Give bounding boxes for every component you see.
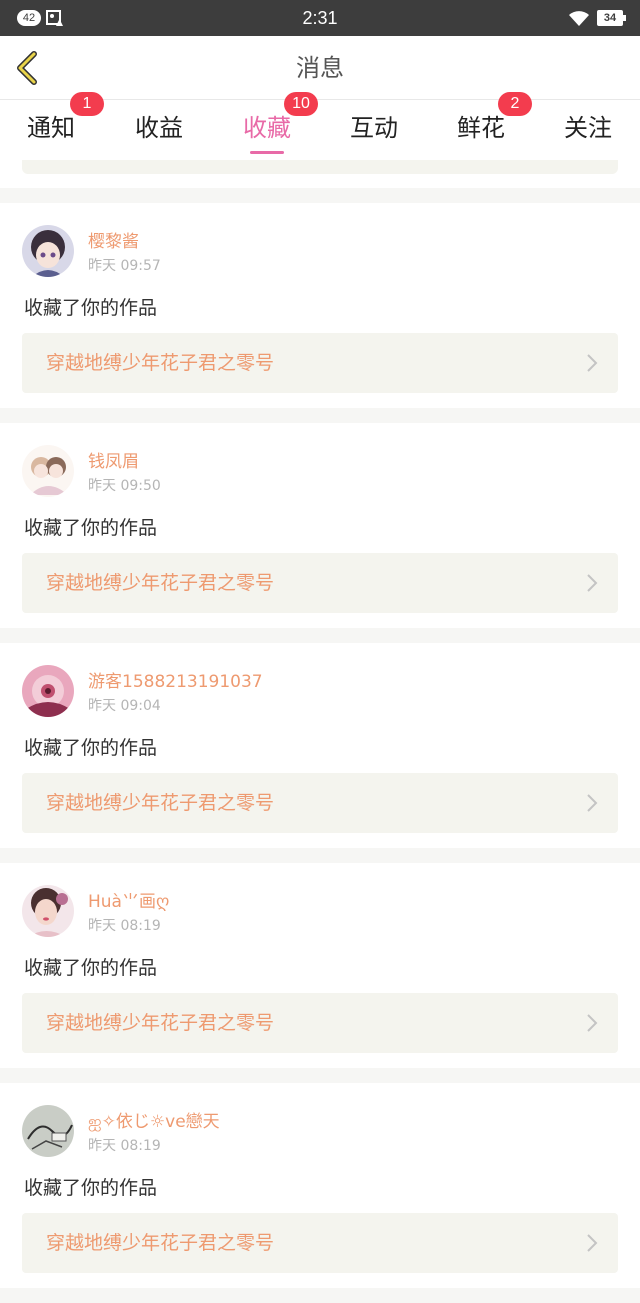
action-text: 收藏了你的作品: [24, 297, 158, 319]
work-link[interactable]: 穿越地缚少年花子君之零号: [22, 333, 618, 393]
username[interactable]: ஐ✧依じ☼ve戀天: [88, 1107, 220, 1134]
wifi-icon: [569, 11, 589, 26]
action-text: 收藏了你的作品: [24, 517, 158, 539]
username[interactable]: 樱黎酱: [88, 227, 139, 252]
tab-label: 收益: [135, 114, 183, 142]
work-title: 穿越地缚少年花子君之零号: [46, 1232, 275, 1254]
username[interactable]: 游客1588213191037: [88, 667, 263, 692]
tab-earnings[interactable]: 收益: [114, 100, 204, 160]
chevron-right-icon: [587, 1014, 598, 1032]
chevron-right-icon: [587, 354, 598, 372]
work-link[interactable]: 穿越地缚少年花子君之零号: [22, 553, 618, 613]
unread-badge: 1: [70, 92, 104, 116]
timestamp: 昨天 09:04: [88, 698, 161, 714]
list-item: 樱黎酱 昨天 09:57 收藏了你的作品 穿越地缚少年花子君之零号: [0, 203, 640, 408]
timestamp: 昨天 09:50: [88, 478, 161, 494]
tab-favorites[interactable]: 收藏 10: [222, 92, 318, 160]
action-text: 收藏了你的作品: [24, 1177, 158, 1199]
chevron-right-icon: [587, 574, 598, 592]
avatar[interactable]: [22, 665, 74, 717]
app-header: 消息: [0, 36, 640, 100]
tab-flowers[interactable]: 鲜花 2: [436, 92, 532, 160]
action-text: 收藏了你的作品: [24, 737, 158, 759]
username[interactable]: Huà⺌画ღ: [88, 887, 169, 912]
unread-badge: 10: [284, 92, 318, 116]
action-text: 收藏了你的作品: [24, 957, 158, 979]
tab-label: 关注: [564, 114, 612, 142]
work-title: 穿越地缚少年花子君之零号: [46, 572, 275, 594]
list-item: Huà⺌画ღ 昨天 08:19 收藏了你的作品 穿越地缚少年花子君之零号: [0, 863, 640, 1068]
tab-bar: 通知 1 收益 收藏 10 互动 鲜花 2 关注: [0, 92, 640, 160]
work-title: 穿越地缚少年花子君之零号: [46, 1012, 275, 1034]
favorites-feed: 樱黎酱 昨天 09:57 收藏了你的作品 穿越地缚少年花子君之零号 钱凤眉 昨天…: [0, 203, 640, 1303]
tab-interactions[interactable]: 互动: [329, 100, 419, 160]
tab-label: 互动: [350, 114, 398, 142]
chevron-right-icon: [587, 794, 598, 812]
work-title: 穿越地缚少年花子君之零号: [46, 352, 275, 374]
work-link[interactable]: 穿越地缚少年花子君之零号: [22, 773, 618, 833]
list-item: 游客1588213191037 昨天 09:04 收藏了你的作品 穿越地缚少年花…: [0, 643, 640, 848]
clock: 2:31: [302, 8, 338, 28]
work-link[interactable]: 穿越地缚少年花子君之零号: [22, 993, 618, 1053]
list-item: ஐ✧依じ☼ve戀天 昨天 08:19 收藏了你的作品 穿越地缚少年花子君之零号: [0, 1083, 640, 1288]
tab-notifications[interactable]: 通知 1: [6, 92, 104, 160]
work-title: 穿越地缚少年花子君之零号: [46, 792, 275, 814]
page-title: 消息: [296, 54, 344, 82]
chevron-right-icon: [587, 1234, 598, 1252]
avatar[interactable]: [22, 225, 74, 277]
status-bar: 42 2:31 34: [0, 0, 640, 36]
work-link[interactable]: 穿越地缚少年花子君之零号: [22, 1213, 618, 1273]
timestamp: 昨天 08:19: [88, 918, 161, 934]
username[interactable]: 钱凤眉: [88, 447, 139, 472]
timestamp: 昨天 08:19: [88, 1138, 161, 1154]
previous-card-remnant: [0, 160, 640, 188]
timestamp: 昨天 09:57: [88, 258, 161, 274]
tab-following[interactable]: 关注: [543, 100, 633, 160]
battery-indicator: 34: [597, 10, 626, 26]
avatar[interactable]: [22, 1105, 74, 1157]
list-item: 钱凤眉 昨天 09:50 收藏了你的作品 穿越地缚少年花子君之零号: [0, 423, 640, 628]
avatar[interactable]: [22, 445, 74, 497]
avatar[interactable]: [22, 885, 74, 937]
unread-badge: 2: [498, 92, 532, 116]
